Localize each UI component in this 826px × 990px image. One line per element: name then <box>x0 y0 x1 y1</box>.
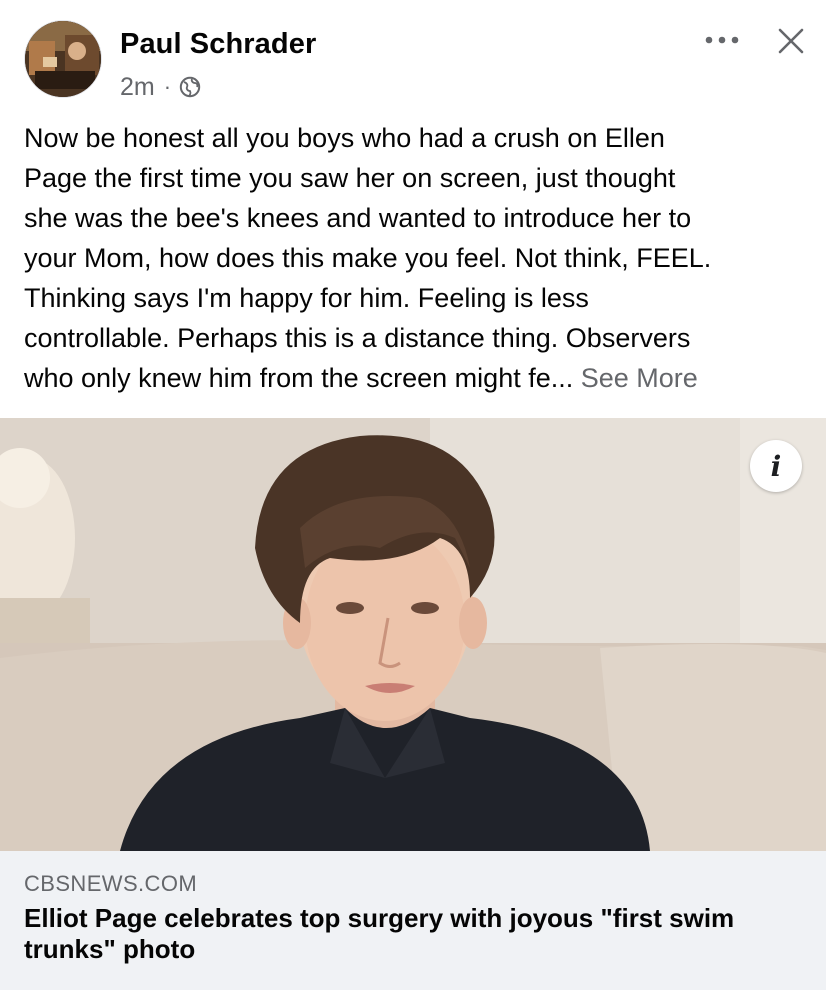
facebook-post: Paul Schrader 2m · Now be honest all you… <box>0 0 826 990</box>
author-name[interactable]: Paul Schrader <box>120 28 316 61</box>
globe-icon <box>179 76 201 98</box>
info-icon[interactable]: i <box>750 440 802 492</box>
post-timestamp[interactable]: 2m <box>120 73 155 102</box>
post-text: Now be honest all you boys who had a cru… <box>24 123 712 393</box>
post-meta: 2m · <box>120 70 201 104</box>
link-card[interactable]: CBSNEWS.COM Elliot Page celebrates top s… <box>0 851 826 990</box>
post-body: Now be honest all you boys who had a cru… <box>24 118 808 398</box>
link-title[interactable]: Elliot Page celebrates top surgery with … <box>24 903 814 965</box>
author-avatar[interactable] <box>24 20 102 98</box>
close-icon[interactable] <box>770 20 812 62</box>
see-more-link[interactable]: See More <box>581 363 698 393</box>
more-options-icon[interactable] <box>700 26 744 54</box>
link-preview-image[interactable] <box>0 418 826 851</box>
link-domain: CBSNEWS.COM <box>24 871 198 896</box>
meta-separator: · <box>163 74 172 99</box>
post-header: Paul Schrader 2m · <box>0 0 826 110</box>
